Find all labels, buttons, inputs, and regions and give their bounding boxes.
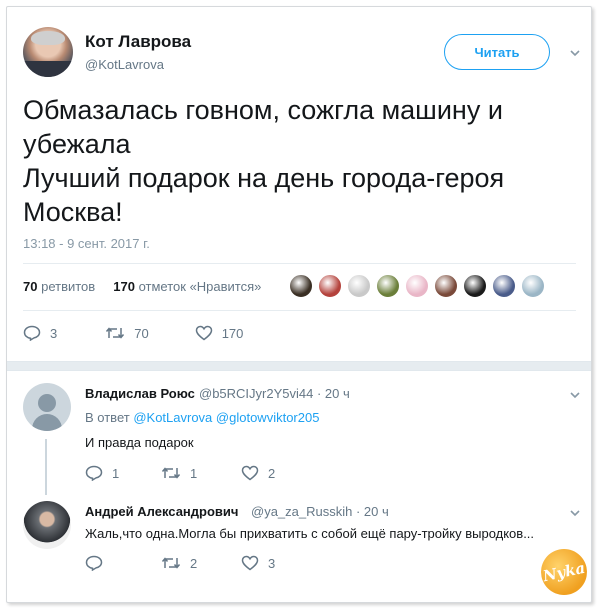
reply-avatar[interactable] [23,383,71,431]
reply-count: 1 [112,465,120,481]
author-handle[interactable]: @KotLavrova [85,57,164,72]
liker-avatar[interactable] [463,274,487,298]
reply-icon [85,555,103,571]
chevron-down-icon[interactable] [569,389,581,401]
liker-avatar[interactable] [492,274,516,298]
retweet-button[interactable]: 1 [161,465,241,481]
retweet-button[interactable]: 70 [105,325,149,341]
reply-text: И правда подарок [85,435,194,450]
retweet-icon [105,325,125,341]
reply-meta: @ya_za_Russkih · 20 ч [251,504,389,519]
reply-time[interactable]: 20 ч [325,386,350,401]
chevron-down-icon[interactable] [569,507,581,519]
reply-handle[interactable]: @ya_za_Russkih [251,504,352,519]
tweet-card: Кот Лаврова @KotLavrova Читать Обмазалас… [6,6,592,603]
reply-actions: 1 1 2 [85,465,275,481]
liker-avatar[interactable] [318,274,342,298]
follow-button[interactable]: Читать [444,34,550,70]
author-name[interactable]: Кот Лаврова [85,32,191,52]
divider [23,310,576,311]
reply-button[interactable] [85,555,161,571]
liker-avatar[interactable] [521,274,545,298]
reply-actions: 2 3 [85,555,275,571]
section-separator [7,361,591,371]
tweet-text-line: Лучший подарок на день города-героя [23,163,505,193]
liker-avatar[interactable] [434,274,458,298]
like-count: 170 [221,325,244,341]
divider [23,263,576,264]
heart-icon [241,465,259,481]
liker-avatar[interactable] [405,274,429,298]
reply-time[interactable]: 20 ч [364,504,389,519]
chevron-down-icon[interactable] [569,47,581,59]
like-button[interactable]: 2 [241,465,275,481]
tweet-text-line: убежала [23,129,131,159]
reply-text: Жаль,что одна.Могла бы прихватить с собо… [85,526,535,541]
tweet-timestamp[interactable]: 13:18 - 9 сент. 2017 г. [23,236,150,251]
retweet-icon [161,465,181,481]
liker-avatar[interactable] [347,274,371,298]
heart-icon [241,555,259,571]
retweet-count: 1 [190,465,198,481]
retweets-label[interactable]: ретвитов [41,279,95,294]
like-count: 2 [268,465,276,481]
tweet-text: Обмазалась говном, сожгла машину и убежа… [23,93,563,229]
likes-count[interactable]: 170 [113,279,135,294]
reply-author-name[interactable]: Андрей Александрович [85,504,238,519]
author-avatar[interactable] [23,27,73,77]
reply-avatar[interactable] [23,501,71,549]
likes-label[interactable]: отметок «Нравится» [139,279,262,294]
retweet-count: 2 [190,555,198,571]
mention-link[interactable]: @glotowviktor205 [216,410,320,425]
reply-icon [23,325,41,341]
reply-to-prefix: В ответ [85,410,130,425]
reply-to-line: В ответ @KotLavrova @glotowviktor205 [85,410,319,425]
mention-link[interactable]: @KotLavrova [133,410,212,425]
reply-icon [85,465,103,481]
reply-handle[interactable]: @b5RCIJyr2Y5vi44 [199,386,313,401]
tweet-text-line: Обмазалась говном, сожгла машину и [23,95,503,125]
retweet-icon [161,555,181,571]
retweet-button[interactable]: 2 [161,555,241,571]
like-count: 3 [268,555,276,571]
tweet-stats: 70 ретвитов 170 отметок «Нравится» [23,279,261,294]
reply-meta: @b5RCIJyr2Y5vi44 · 20 ч [199,386,350,401]
tweet-text-line: Москва! [23,197,123,227]
reply-button[interactable]: 1 [85,465,161,481]
likers-avatars [289,274,545,304]
like-button[interactable]: 3 [241,555,275,571]
reply-author-name[interactable]: Владислав Роюс [85,386,195,401]
thread-line [45,439,47,495]
heart-icon [195,325,213,341]
liker-avatar[interactable] [376,274,400,298]
retweet-count: 70 [134,325,149,341]
reply-button[interactable]: 3 [23,325,57,341]
tweet-actions: 3 70 170 [23,325,281,341]
like-button[interactable]: 170 [195,325,244,341]
retweets-count[interactable]: 70 [23,279,37,294]
reply-count: 3 [50,325,58,341]
liker-avatar[interactable] [289,274,313,298]
